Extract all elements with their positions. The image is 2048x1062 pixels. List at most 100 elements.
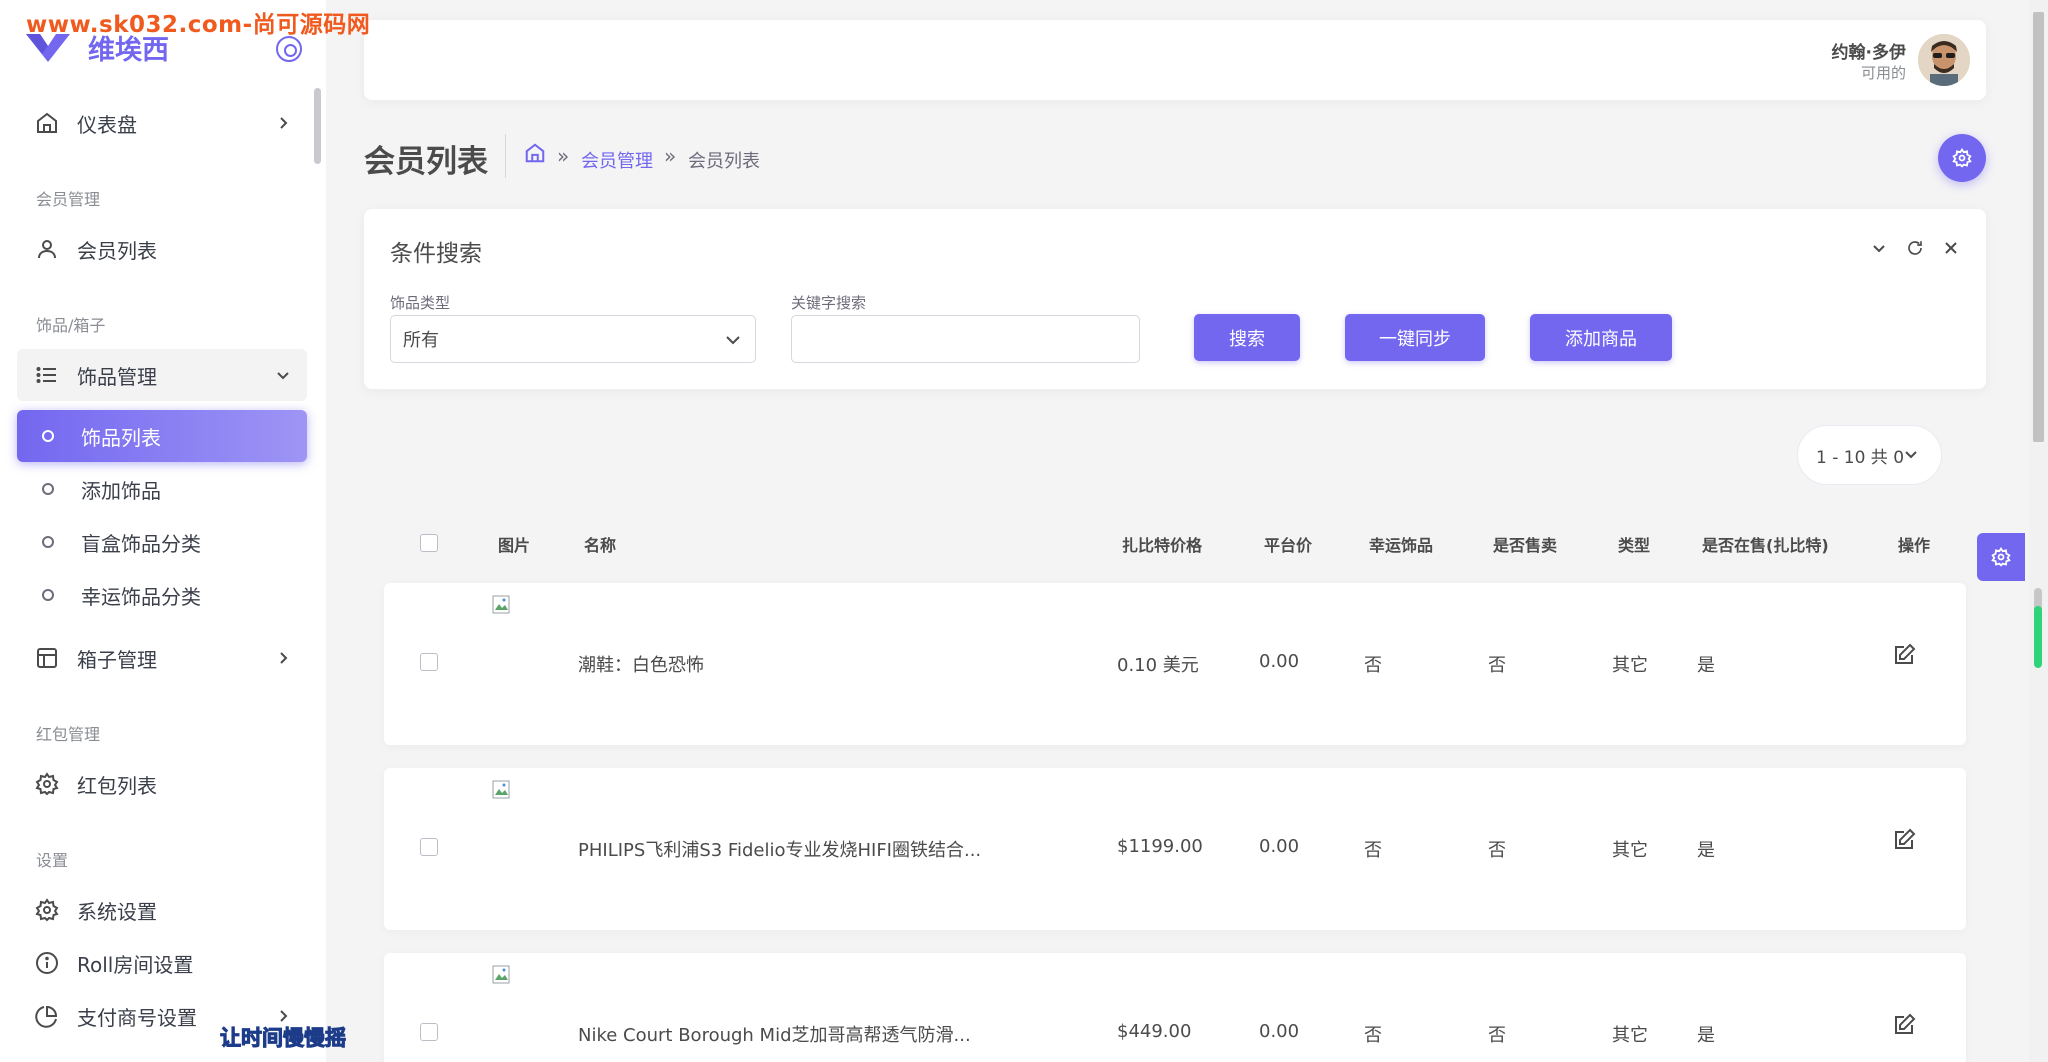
chevron-down-icon[interactable] (1868, 237, 1890, 259)
column-header-platform: 平台价 (1264, 536, 1313, 555)
page-size-dropdown[interactable]: 1 - 10 共 0 (1797, 425, 1942, 485)
sidebar-item-jewelry-manage[interactable]: 饰品管理 (17, 349, 307, 401)
list-icon (33, 361, 61, 389)
sidebar-toggle-icon[interactable] (276, 36, 302, 62)
circle-icon (42, 483, 54, 495)
column-header-onsale: 是否在售(扎比特) (1702, 536, 1829, 555)
edit-icon[interactable] (1892, 643, 1916, 667)
chevron-down-icon (726, 336, 740, 345)
column-header-image: 图片 (498, 536, 531, 555)
sidebar-item-dashboard[interactable]: 仪表盘 (17, 97, 307, 149)
customizer-toggle-button[interactable] (1977, 533, 2025, 581)
add-product-button[interactable]: 添加商品 (1530, 314, 1672, 361)
sidebar-item-redpack-list[interactable]: 红包列表 (17, 758, 307, 810)
home-icon[interactable] (524, 142, 548, 166)
row-checkbox[interactable] (420, 838, 438, 856)
select-all-checkbox[interactable] (420, 534, 438, 552)
platform-price: 0.00 (1259, 836, 1300, 857)
gear-icon (1952, 148, 1972, 168)
lucky-flag: 否 (1364, 1025, 1382, 1046)
sidebar-item-box-manage[interactable]: 箱子管理 (17, 632, 307, 684)
chevron-down-icon (1905, 451, 1917, 459)
card-actions (1868, 237, 1962, 259)
user-icon (33, 235, 61, 263)
column-header-sale: 是否售卖 (1493, 536, 1558, 555)
row-checkbox[interactable] (420, 653, 438, 671)
sidebar-item-label: 幸运饰品分类 (81, 584, 201, 609)
edit-icon[interactable] (1892, 1013, 1916, 1037)
sidebar-item-label: Roll房间设置 (77, 952, 194, 977)
sidebar-item-label: 系统设置 (77, 899, 157, 924)
page-scrollbar-thumb[interactable] (2033, 12, 2044, 442)
sidebar-item-label: 仪表盘 (77, 112, 137, 137)
lucky-flag: 否 (1364, 840, 1382, 861)
page-scrollbar[interactable] (2029, 0, 2048, 1062)
gear-icon (1991, 547, 2011, 567)
product-price: $449.00 (1117, 1021, 1192, 1042)
sidebar-item-label: 支付商号设置 (77, 1005, 197, 1030)
sidebar-item-add-jewelry[interactable]: 添加饰品 (17, 463, 307, 515)
sidebar-item-system-settings[interactable]: 系统设置 (17, 884, 307, 936)
page-size-text: 1 - 10 共 0 (1816, 447, 1905, 468)
user-name[interactable]: 约翰·多伊 (1832, 38, 1906, 63)
type-select-value: 所有 (403, 330, 439, 351)
type-select[interactable]: 所有 (390, 315, 756, 363)
table-row[interactable]: 潮鞋：白色恐怖 0.10 美元 0.00 否 否 其它 是 (384, 583, 1966, 745)
sale-flag: 否 (1488, 655, 1506, 676)
row-checkbox[interactable] (420, 1023, 438, 1041)
sidebar-section-member: 会员管理 (36, 190, 101, 209)
close-icon[interactable] (1940, 237, 1962, 259)
sidebar-section-settings: 设置 (36, 851, 69, 870)
sidebar-item-blindbox-category[interactable]: 盲盒饰品分类 (17, 516, 307, 568)
sidebar-item-label: 添加饰品 (81, 478, 161, 503)
sidebar-item-member-list[interactable]: 会员列表 (17, 223, 307, 275)
sidebar-section-jewelry: 饰品/箱子 (36, 316, 106, 335)
column-header-name: 名称 (584, 536, 617, 555)
broken-image-icon (492, 780, 510, 799)
sidebar-item-label: 箱子管理 (77, 647, 157, 672)
settings-button[interactable] (1938, 134, 1986, 182)
type-label: 饰品类型 (390, 294, 451, 312)
breadcrumb-link-member[interactable]: 会员管理 (581, 147, 653, 173)
sidebar-section-redpack: 红包管理 (36, 725, 101, 744)
product-name: 潮鞋：白色恐怖 (578, 655, 704, 676)
product-name: Nike Court Borough Mid芝加哥高帮透气防滑... (578, 1025, 971, 1046)
product-type: 其它 (1612, 840, 1648, 861)
table-row[interactable]: Nike Court Borough Mid芝加哥高帮透气防滑... $449.… (384, 953, 1966, 1062)
column-header-price: 扎比特价格 (1122, 536, 1203, 555)
breadcrumb-current: 会员列表 (688, 151, 760, 172)
product-name: PHILIPS飞利浦S3 Fidelio专业发烧HIFI圈铁结合... (578, 840, 982, 861)
sidebar-item-label: 红包列表 (77, 773, 157, 798)
sidebar-item-label: 会员列表 (77, 238, 157, 263)
column-header-lucky: 幸运饰品 (1369, 536, 1434, 555)
sidebar-scrollbar[interactable] (314, 88, 321, 164)
side-indicator-active (2034, 606, 2042, 668)
gear-icon (33, 896, 61, 924)
sync-button[interactable]: 一键同步 (1345, 314, 1485, 361)
pie-icon (33, 1002, 61, 1030)
platform-price: 0.00 (1259, 1021, 1300, 1042)
broken-image-icon (492, 595, 510, 614)
sidebar-item-lucky-category[interactable]: 幸运饰品分类 (17, 569, 307, 621)
platform-price: 0.00 (1259, 651, 1300, 672)
search-button[interactable]: 搜索 (1194, 314, 1300, 361)
refresh-icon[interactable] (1904, 237, 1926, 259)
lucky-flag: 否 (1364, 655, 1382, 676)
keyword-input[interactable] (791, 315, 1140, 363)
table-row[interactable]: PHILIPS飞利浦S3 Fidelio专业发烧HIFI圈铁结合... $119… (384, 768, 1966, 930)
sidebar-item-roll-settings[interactable]: Roll房间设置 (17, 937, 307, 989)
sidebar-item-label: 饰品管理 (77, 364, 157, 389)
breadcrumb-separator: » (664, 144, 677, 168)
sale-flag: 否 (1488, 1025, 1506, 1046)
sidebar-item-label: 盲盒饰品分类 (81, 531, 201, 556)
breadcrumb-divider (505, 134, 506, 178)
circle-icon (42, 589, 54, 601)
watermark-top: www.sk032.com-尚可源码网 (26, 12, 371, 38)
column-header-type: 类型 (1618, 536, 1651, 555)
product-price: $1199.00 (1117, 836, 1203, 857)
info-icon (33, 949, 61, 977)
chevron-down-icon (273, 365, 293, 385)
sidebar-item-jewelry-list[interactable]: 饰品列表 (17, 410, 307, 462)
edit-icon[interactable] (1892, 828, 1916, 852)
avatar[interactable] (1918, 34, 1970, 86)
